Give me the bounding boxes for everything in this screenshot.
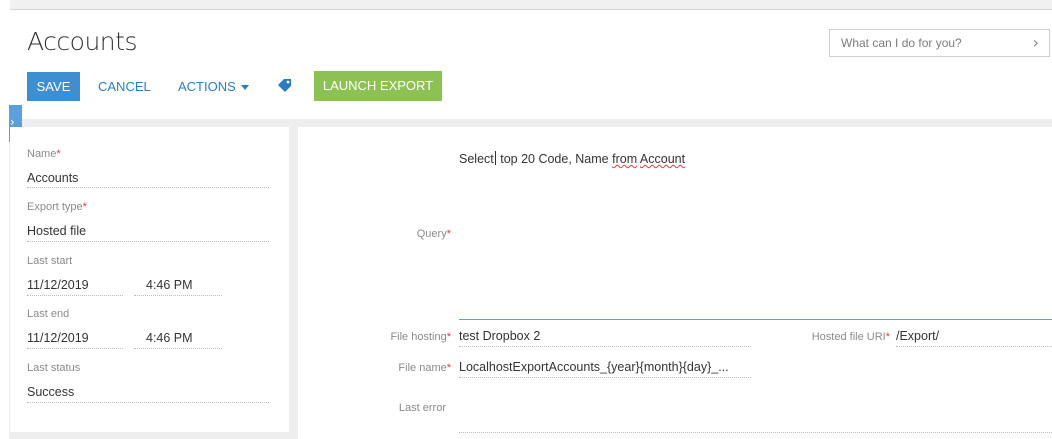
last-start-date: 11/12/2019	[27, 278, 89, 292]
cancel-button[interactable]: CANCEL	[98, 72, 151, 101]
save-button[interactable]: SAVE	[27, 72, 80, 101]
file-name-field[interactable]: LocalhostExportAccounts_{year}{month}{da…	[459, 360, 729, 374]
last-status-label: Last status	[27, 362, 81, 374]
last-status-value: Success	[27, 385, 75, 399]
last-start-label: Last start	[27, 255, 73, 267]
query-focus-line	[459, 319, 1052, 320]
last-start-time: 4:46 PM	[146, 278, 193, 292]
launch-export-button[interactable]: LAUNCH EXPORT	[314, 71, 442, 101]
divider	[459, 377, 751, 378]
text-cursor	[494, 151, 496, 165]
right-panel	[298, 127, 1052, 439]
command-search-box[interactable]: What can I do for you? ›	[829, 29, 1050, 57]
actions-button[interactable]: ACTIONS	[178, 72, 249, 101]
query-text-segment: Select	[459, 152, 494, 166]
export-type-field[interactable]: Hosted file	[27, 224, 86, 238]
name-field[interactable]: Accounts	[27, 171, 78, 185]
query-textarea[interactable]: Select top 20 Code, Name from Account	[459, 151, 685, 166]
export-type-label: Export type*	[27, 201, 87, 213]
last-end-time: 4:46 PM	[146, 331, 193, 345]
divider	[27, 402, 269, 403]
query-text-segment: top 20 Code, Name	[496, 152, 613, 166]
divider	[134, 295, 222, 296]
last-end-label: Last end	[27, 308, 70, 320]
query-text-segment: from	[612, 152, 638, 166]
chevron-right-icon[interactable]: ›	[1033, 33, 1039, 52]
query-label: Query*	[416, 228, 451, 240]
search-input[interactable]: What can I do for you?	[841, 36, 962, 50]
divider	[459, 432, 1052, 433]
divider	[27, 295, 123, 296]
divider	[896, 346, 1052, 347]
file-name-label: File name*	[398, 362, 451, 374]
file-hosting-field[interactable]: test Dropbox 2	[459, 329, 540, 343]
hosted-file-uri-label: Hosted file URI*	[811, 331, 890, 343]
page-title: Accounts	[27, 27, 137, 56]
hosted-file-uri-field[interactable]: /Export/	[896, 329, 939, 343]
top-strip	[10, 0, 1052, 10]
name-label: Name*	[27, 148, 61, 160]
last-end-date: 11/12/2019	[27, 331, 89, 345]
tag-icon[interactable]	[278, 78, 292, 92]
divider	[27, 187, 269, 188]
file-hosting-label: File hosting*	[390, 331, 451, 343]
caret-down-icon	[240, 85, 249, 91]
divider	[27, 348, 123, 349]
divider	[134, 348, 222, 349]
actions-label: ACTIONS	[178, 79, 236, 94]
divider	[459, 346, 751, 347]
last-error-label: Last error	[398, 402, 446, 414]
divider	[27, 241, 269, 242]
query-text-segment: Account	[639, 152, 686, 166]
